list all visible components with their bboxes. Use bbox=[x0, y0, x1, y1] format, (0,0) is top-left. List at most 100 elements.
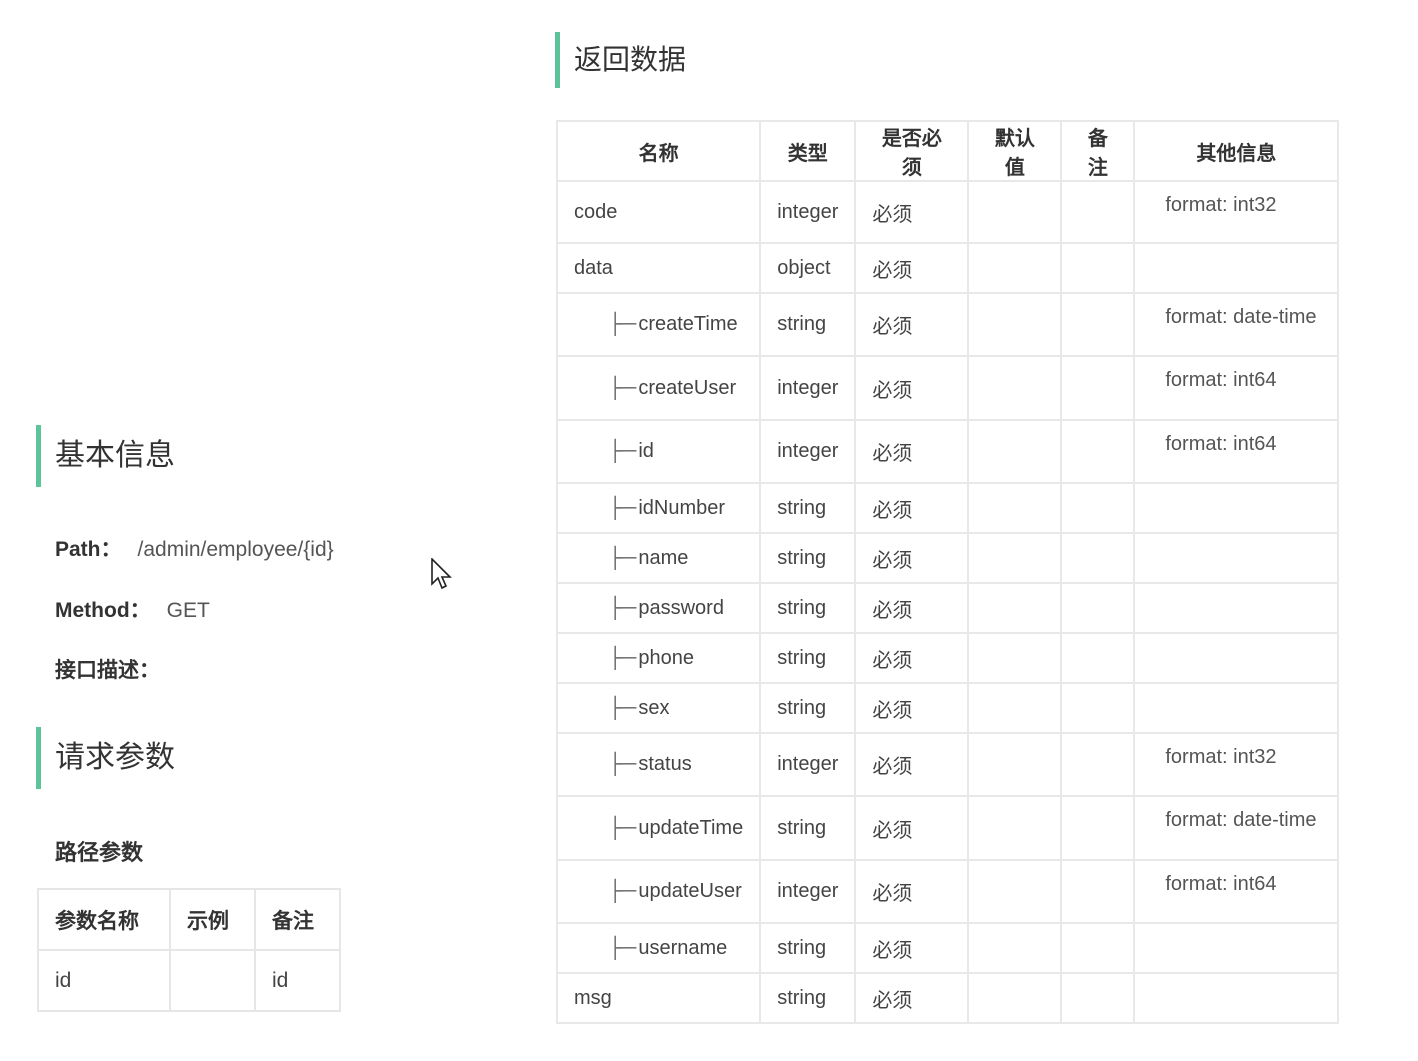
response-data-title: 返回数据 bbox=[555, 32, 686, 88]
field-required-cell: 必须 bbox=[854, 732, 970, 797]
field-other-cell: format: int64 bbox=[1133, 859, 1340, 924]
field-default-cell bbox=[967, 532, 1063, 584]
field-note-cell bbox=[1060, 355, 1136, 421]
field-name-cell: code bbox=[555, 180, 762, 244]
tree-branch-icon: ├─ bbox=[608, 753, 637, 775]
method-value: GET bbox=[166, 599, 210, 622]
response-row: ├─ createTime string 必须 format: date-time bbox=[555, 292, 1340, 357]
field-note-cell bbox=[1060, 922, 1136, 974]
field-name: code bbox=[574, 200, 618, 223]
response-row: ├─ updateUser integer 必须 format: int64 bbox=[555, 859, 1340, 924]
tree-branch-icon: ├─ bbox=[608, 376, 637, 399]
field-name-cell: msg bbox=[555, 972, 762, 1024]
field-type-cell: string bbox=[759, 795, 857, 861]
field-default-cell bbox=[967, 795, 1063, 861]
field-type-cell: string bbox=[759, 582, 857, 634]
field-type-cell: integer bbox=[759, 419, 857, 484]
field-required-cell: 必须 bbox=[854, 682, 970, 734]
field-note-cell bbox=[1060, 632, 1136, 684]
field-name-cell: ├─ idNumber bbox=[555, 482, 762, 534]
field-other-cell bbox=[1133, 922, 1340, 974]
field-note-cell bbox=[1060, 859, 1136, 924]
field-default-cell bbox=[967, 922, 1063, 974]
field-name: phone bbox=[638, 646, 694, 669]
field-name: id bbox=[638, 440, 654, 462]
response-row: ├─ password string 必须 bbox=[555, 582, 1340, 634]
response-row: ├─ sex string 必须 bbox=[555, 682, 1340, 734]
response-table: 名称 类型 是否必须 默认值 备注 其他信息 code integer 必须 form… bbox=[555, 120, 1340, 1024]
response-row: ├─ createUser integer 必须 format: int64 bbox=[555, 355, 1340, 421]
field-note-cell bbox=[1060, 972, 1136, 1024]
field-other-cell bbox=[1133, 532, 1340, 584]
params-header-name: 参数名称 bbox=[37, 888, 171, 951]
response-row: ├─ name string 必须 bbox=[555, 532, 1340, 584]
field-name: sex bbox=[638, 696, 670, 719]
field-required-cell: 必须 bbox=[854, 180, 970, 244]
field-required-cell: 必须 bbox=[854, 242, 970, 294]
header-note: 备注 bbox=[1060, 120, 1136, 182]
tree-branch-icon: ├─ bbox=[608, 880, 637, 902]
field-name: username bbox=[638, 936, 728, 959]
field-other-cell: format: int64 bbox=[1133, 419, 1340, 484]
field-type-cell: string bbox=[759, 922, 857, 974]
desc-label: 接口描述： bbox=[55, 659, 160, 682]
field-type-cell: string bbox=[759, 632, 857, 684]
field-default-cell bbox=[967, 582, 1063, 634]
param-example-cell bbox=[169, 949, 256, 1012]
param-name-cell: id bbox=[37, 949, 171, 1012]
response-header-row: 名称 类型 是否必须 默认值 备注 其他信息 bbox=[555, 120, 1340, 182]
field-name-cell: ├─ phone bbox=[555, 632, 762, 684]
field-default-cell bbox=[967, 180, 1063, 244]
field-note-cell bbox=[1060, 180, 1136, 244]
field-note-cell bbox=[1060, 242, 1136, 294]
field-other-cell bbox=[1133, 682, 1340, 734]
field-required-cell: 必须 bbox=[854, 582, 970, 634]
method-label: Method： bbox=[55, 599, 151, 622]
field-name: createTime bbox=[638, 313, 738, 335]
request-params-title: 请求参数 bbox=[36, 727, 175, 789]
field-name-cell: ├─ status bbox=[555, 732, 762, 797]
params-header-example: 示例 bbox=[169, 888, 256, 951]
tree-branch-icon: ├─ bbox=[608, 546, 637, 569]
field-other-cell: format: int64 bbox=[1133, 355, 1340, 421]
field-name-cell: ├─ id bbox=[555, 419, 762, 484]
field-name: updateUser bbox=[638, 880, 742, 902]
path-value: /admin/employee/{id} bbox=[137, 538, 334, 561]
tree-branch-icon: ├─ bbox=[608, 936, 637, 959]
field-name: status bbox=[638, 753, 692, 775]
field-name-cell: data bbox=[555, 242, 762, 294]
param-note-cell: id bbox=[254, 949, 341, 1012]
field-other-cell: format: int32 bbox=[1133, 732, 1340, 797]
tree-branch-icon: ├─ bbox=[608, 596, 637, 619]
field-note-cell bbox=[1060, 532, 1136, 584]
field-note-cell bbox=[1060, 732, 1136, 797]
field-required-cell: 必须 bbox=[854, 632, 970, 684]
field-name-cell: ├─ createUser bbox=[555, 355, 762, 421]
tree-branch-icon: ├─ bbox=[608, 496, 637, 519]
field-name-cell: ├─ sex bbox=[555, 682, 762, 734]
field-type-cell: string bbox=[759, 532, 857, 584]
field-type-cell: string bbox=[759, 292, 857, 357]
field-required-cell: 必须 bbox=[854, 482, 970, 534]
path-params-label: 路径参数 bbox=[55, 840, 144, 865]
field-default-cell bbox=[967, 972, 1063, 1024]
response-row: ├─ updateTime string 必须 format: date-time bbox=[555, 795, 1340, 861]
field-name-cell: ├─ username bbox=[555, 922, 762, 974]
path-label: Path： bbox=[55, 538, 122, 561]
field-default-cell bbox=[967, 419, 1063, 484]
field-required-cell: 必须 bbox=[854, 419, 970, 484]
field-type-cell: integer bbox=[759, 732, 857, 797]
response-row: data object 必须 bbox=[555, 242, 1340, 294]
field-type-cell: integer bbox=[759, 859, 857, 924]
response-row: ├─ phone string 必须 bbox=[555, 632, 1340, 684]
response-row: ├─ status integer 必须 format: int32 bbox=[555, 732, 1340, 797]
response-row: msg string 必须 bbox=[555, 972, 1340, 1024]
field-type-cell: string bbox=[759, 972, 857, 1024]
field-note-cell bbox=[1060, 582, 1136, 634]
header-name: 名称 bbox=[555, 120, 762, 182]
field-required-cell: 必须 bbox=[854, 972, 970, 1024]
params-header-row: 参数名称 示例 备注 bbox=[37, 888, 341, 951]
basic-info-title: 基本信息 bbox=[36, 425, 175, 487]
field-name: msg bbox=[574, 986, 612, 1009]
field-other-cell: format: int32 bbox=[1133, 180, 1340, 244]
